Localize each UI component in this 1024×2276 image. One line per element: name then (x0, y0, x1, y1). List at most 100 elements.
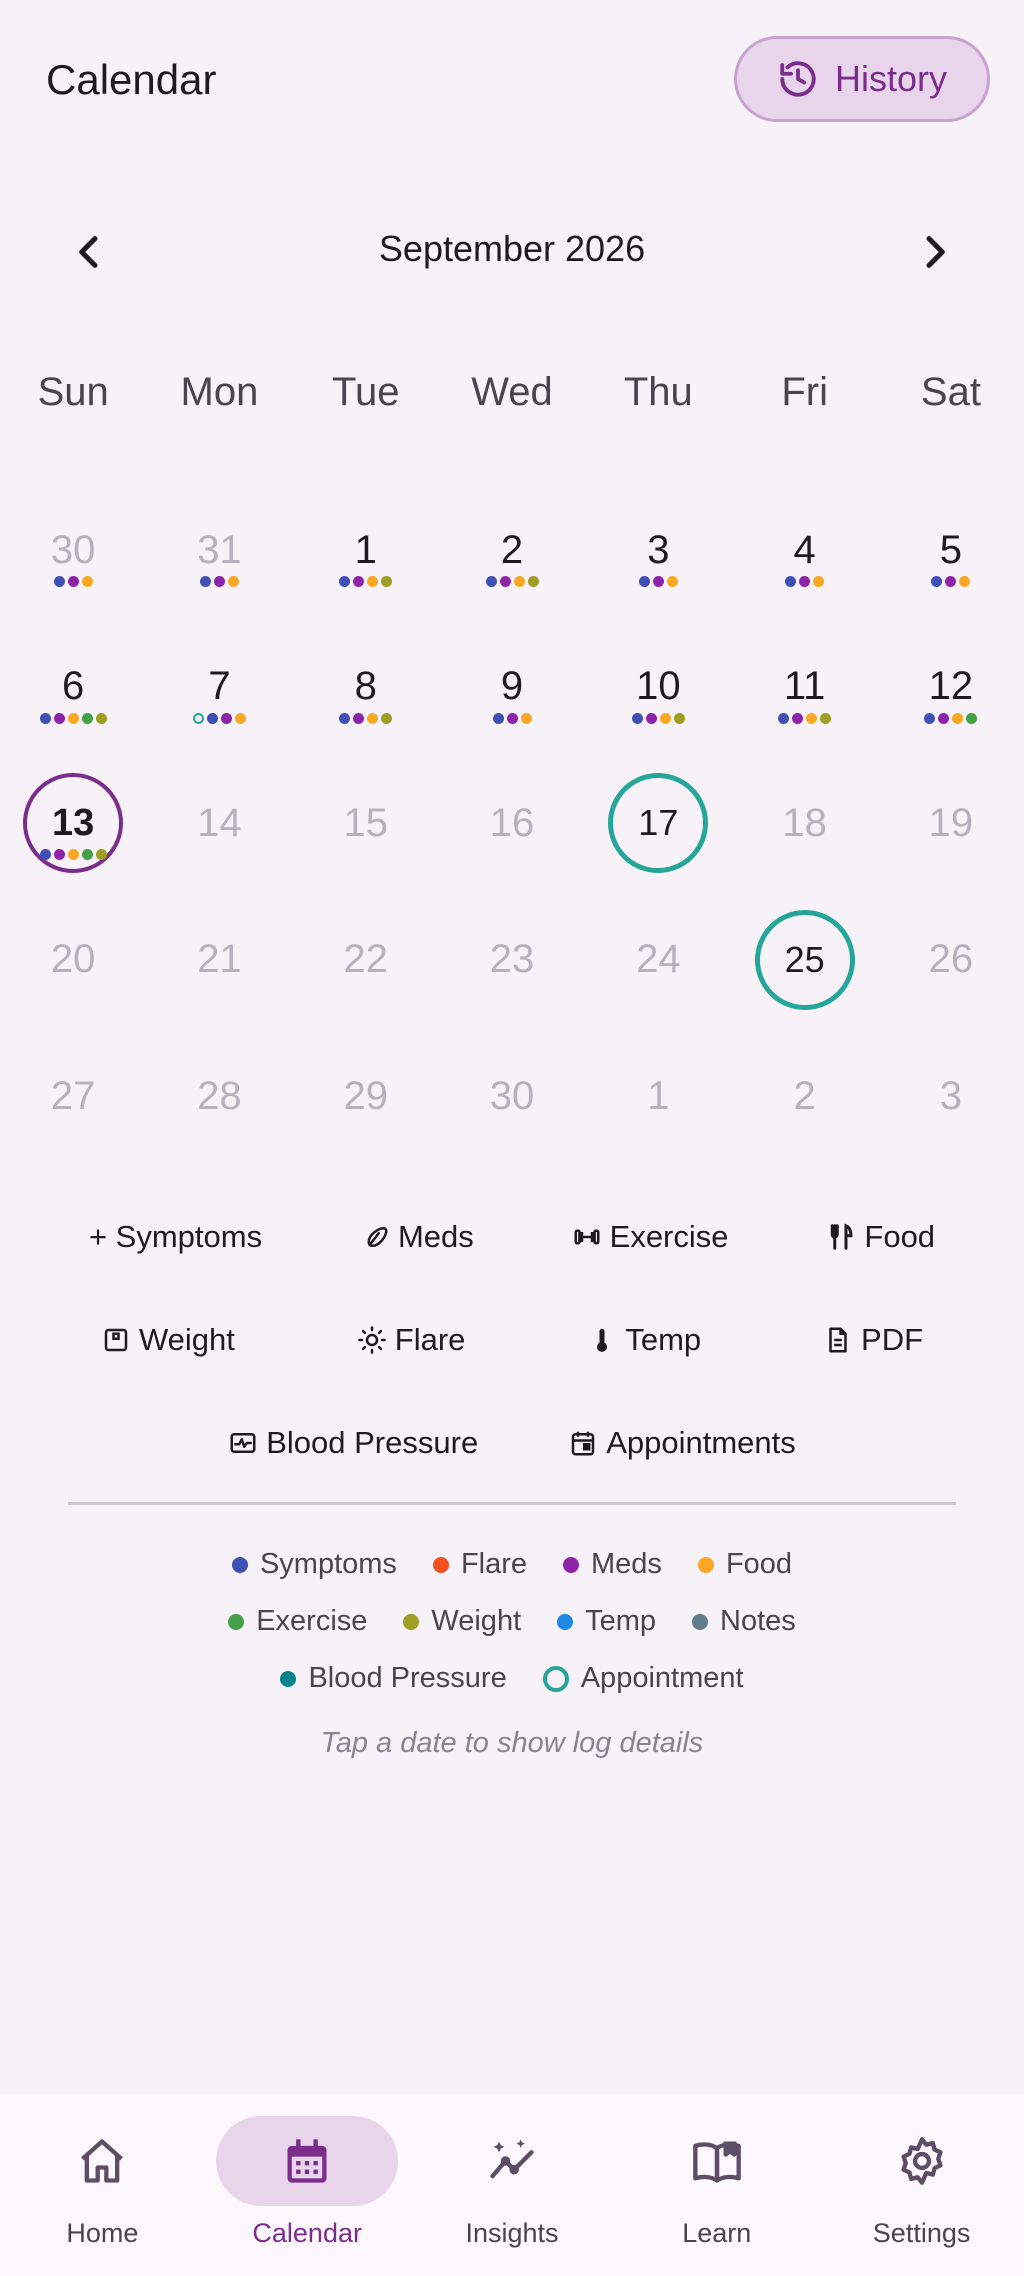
log-dot-meds (499, 576, 511, 587)
calendar-day[interactable]: 30 (0, 480, 146, 617)
add-temp-button[interactable]: Temp (587, 1322, 701, 1358)
calendar-day[interactable]: 12 (878, 617, 1024, 754)
calendar-day[interactable]: 2 (439, 480, 585, 617)
log-dot-meds (353, 576, 365, 587)
calendar-day[interactable]: 15 (293, 753, 439, 890)
legend-dot (697, 1556, 714, 1573)
legend-dot (403, 1613, 420, 1630)
calendar-day[interactable]: 7 (146, 617, 292, 754)
legend-item-notes: Notes (692, 1605, 796, 1638)
calendar-day[interactable]: 26 (878, 890, 1024, 1027)
calendar-day[interactable]: 17 (585, 753, 731, 890)
add-meds-button[interactable]: Meds (360, 1219, 474, 1255)
add-appointment-button[interactable]: Appointments (568, 1425, 796, 1461)
legend-label: Flare (460, 1548, 528, 1580)
log-dots (293, 712, 439, 724)
calendar-day[interactable]: 3 (585, 480, 731, 617)
add-symptoms-button[interactable]: + Symptoms (89, 1219, 262, 1255)
add-exercise-button[interactable]: Exercise (572, 1219, 729, 1255)
log-dot-food (234, 712, 246, 724)
legend-item-exercise: Exercise (228, 1605, 367, 1638)
calendar-day[interactable]: 4 (731, 480, 877, 617)
legend-dot (563, 1556, 580, 1573)
calendar-day[interactable]: 11 (731, 617, 877, 754)
calendar-day[interactable]: 29 (293, 1026, 439, 1163)
calendar-day[interactable]: 25 (731, 890, 877, 1027)
meds-action-label: Meds (397, 1218, 474, 1254)
legend-label: Food (725, 1548, 793, 1580)
log-dot-food (806, 712, 818, 724)
calendar-day[interactable]: 14 (146, 753, 292, 890)
export-pdf-button[interactable]: PDF (823, 1322, 923, 1358)
calendar-day[interactable]: 31 (146, 480, 292, 617)
calendar-day[interactable]: 1 (293, 480, 439, 617)
calendar-day[interactable]: 3 (878, 1026, 1024, 1163)
calendar-day[interactable]: 5 (878, 480, 1024, 617)
log-dot-meds (506, 712, 518, 724)
log-dots (439, 712, 585, 724)
legend-dot (692, 1613, 709, 1630)
next-month-button[interactable] (904, 222, 964, 282)
log-dot-food (367, 576, 379, 587)
log-dot-weight (820, 712, 832, 724)
log-dot-meds (53, 849, 65, 860)
calendar-day[interactable]: 19 (878, 753, 1024, 890)
nav-calendar[interactable]: Calendar (205, 2094, 410, 2276)
log-dot-meds (938, 712, 950, 724)
calendar-day[interactable]: 21 (146, 890, 292, 1027)
legend-item-meds: Meds (563, 1548, 662, 1581)
calendar-day[interactable]: 6 (0, 617, 146, 754)
nav-label: Insights (465, 2218, 559, 2248)
add-flare-button[interactable]: Flare (357, 1322, 465, 1358)
log-dot-meds (220, 712, 232, 724)
log-dots (146, 712, 292, 724)
legend-label: Notes (720, 1605, 796, 1637)
utensils-icon (831, 1223, 853, 1250)
calendar-day[interactable]: 1 (585, 1026, 731, 1163)
calendar-day[interactable]: 28 (146, 1026, 292, 1163)
nav-settings[interactable]: Settings (819, 2094, 1024, 2276)
add-weight-button[interactable]: Weight (101, 1322, 235, 1358)
calendar-day[interactable]: 18 (731, 753, 877, 890)
nav-learn[interactable]: Learn (614, 2094, 819, 2276)
day-number: 29 (343, 1073, 388, 1118)
log-dot-food (959, 576, 971, 587)
dumbbell-icon (574, 1229, 600, 1244)
weight-action-label: Weight (138, 1321, 235, 1357)
monitor-heart-icon (230, 1432, 256, 1453)
calendar-day[interactable]: 24 (585, 890, 731, 1027)
calendar-day[interactable]: 10 (585, 617, 731, 754)
log-dot-food (813, 576, 825, 587)
gear-icon (900, 2137, 943, 2185)
add-blood-pressure-button[interactable]: Blood Pressure (228, 1425, 478, 1461)
pdf-action-label: PDF (861, 1321, 924, 1357)
log-dot-symptoms (199, 576, 211, 587)
calendar-day[interactable]: 9 (439, 617, 585, 754)
nav-home[interactable]: Home (0, 2094, 205, 2276)
divider (68, 1502, 956, 1505)
calendar-day[interactable]: 20 (0, 890, 146, 1027)
calendar-day[interactable]: 30 (439, 1026, 585, 1163)
month-nav: September 2026 (0, 210, 1024, 290)
nav-insights[interactable]: Insights (410, 2094, 615, 2276)
calendar-day[interactable]: 8 (293, 617, 439, 754)
history-button[interactable]: History (734, 36, 990, 122)
add-food-button[interactable]: Food (826, 1219, 935, 1255)
log-dot-meds (213, 576, 225, 587)
calendar-day[interactable]: 22 (293, 890, 439, 1027)
log-dot-symptoms (485, 576, 497, 587)
day-number: 27 (50, 1073, 96, 1118)
log-dot-symptoms (39, 712, 51, 724)
calendar-day[interactable]: 23 (439, 890, 585, 1027)
weekday-label: Wed (471, 370, 553, 414)
log-dots (439, 576, 585, 587)
weekday-label: Fri (781, 370, 828, 414)
log-dot-food (227, 576, 239, 587)
calendar-day[interactable]: 16 (439, 753, 585, 890)
log-dot-symptoms (638, 576, 650, 587)
calendar-day[interactable]: 13 (0, 753, 146, 890)
calendar-day[interactable]: 2 (731, 1026, 877, 1163)
log-dot-weight (95, 849, 107, 860)
calendar-day[interactable]: 27 (0, 1026, 146, 1163)
legend-label: Exercise (256, 1605, 368, 1637)
